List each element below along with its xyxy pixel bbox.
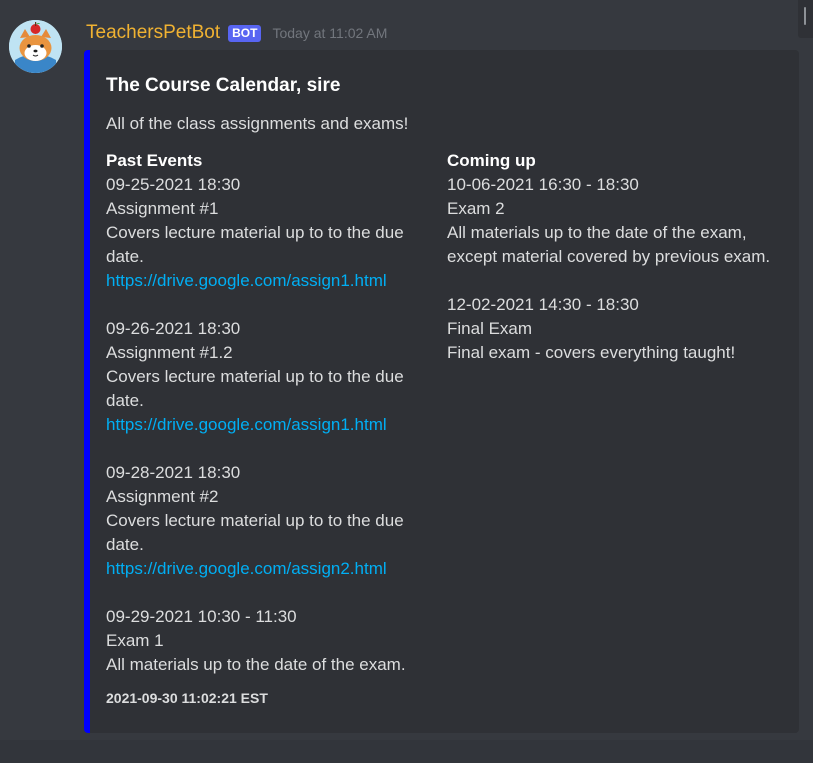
- event-description: Covers lecture material up to to the due…: [106, 223, 404, 266]
- event-title: Assignment #2: [106, 487, 219, 506]
- event-datetime: 09-29-2021 10:30 - 11:30: [106, 607, 297, 626]
- embed-title: The Course Calendar, sire: [106, 75, 341, 96]
- event-datetime: 09-26-2021 18:30: [106, 319, 241, 338]
- event-datetime: 09-25-2021 18:30: [106, 175, 241, 194]
- field-past-events: Past Events 09-25-2021 18:30 Assignment …: [106, 149, 436, 701]
- bot-badge: BOT: [228, 24, 262, 42]
- chat-message: TeachersPetBot BOT Today at 11:02 AM The…: [0, 0, 813, 740]
- shiba-dog-icon: [9, 20, 62, 73]
- event-item: 09-25-2021 18:30 Assignment #1 Covers le…: [106, 173, 436, 293]
- event-item: 12-02-2021 14:30 - 18:30 Final Exam Fina…: [447, 293, 777, 365]
- username[interactable]: TeachersPetBot: [86, 22, 220, 44]
- event-link[interactable]: https://drive.google.com/assign1.html: [106, 269, 436, 293]
- field-name: Coming up: [447, 151, 536, 170]
- event-description: Final exam - covers everything taught!: [447, 343, 736, 362]
- event-item: 09-28-2021 18:30 Assignment #2 Covers le…: [106, 461, 436, 581]
- event-item: 10-06-2021 16:30 - 18:30 Exam 2 All mate…: [447, 173, 777, 269]
- event-datetime: 12-02-2021 14:30 - 18:30: [447, 295, 639, 314]
- event-datetime: 09-28-2021 18:30: [106, 463, 241, 482]
- event-item: 09-26-2021 18:30 Assignment #1.2 Covers …: [106, 317, 436, 437]
- event-title: Final Exam: [447, 319, 533, 338]
- event-title: Exam 2: [447, 199, 505, 218]
- event-description: All materials up to the date of the exam…: [447, 223, 771, 266]
- field-coming-up: Coming up 10-06-2021 16:30 - 18:30 Exam …: [447, 149, 777, 389]
- bottom-edge: [0, 740, 813, 763]
- event-link[interactable]: https://drive.google.com/assign2.html: [106, 557, 436, 581]
- event-link[interactable]: https://drive.google.com/assign1.html: [106, 413, 436, 437]
- event-title: Assignment #1: [106, 199, 219, 218]
- message-header: TeachersPetBot BOT Today at 11:02 AM: [86, 20, 387, 46]
- event-description: All materials up to the date of the exam…: [106, 655, 406, 674]
- event-description: Covers lecture material up to to the due…: [106, 367, 404, 410]
- event-title: Assignment #1.2: [106, 343, 233, 362]
- event-item: 09-29-2021 10:30 - 11:30 Exam 1 All mate…: [106, 605, 436, 677]
- avatar[interactable]: [9, 20, 62, 73]
- message-timestamp[interactable]: Today at 11:02 AM: [272, 25, 387, 41]
- event-datetime: 10-06-2021 16:30 - 18:30: [447, 175, 639, 194]
- embed-footer-timestamp: 2021-09-30 11:02:21 EST: [106, 690, 268, 706]
- calendar-embed: The Course Calendar, sire All of the cla…: [84, 50, 799, 733]
- embed-description: All of the class assignments and exams!: [106, 114, 409, 133]
- event-description: Covers lecture material up to to the due…: [106, 511, 404, 554]
- field-name: Past Events: [106, 151, 203, 170]
- event-title: Exam 1: [106, 631, 164, 650]
